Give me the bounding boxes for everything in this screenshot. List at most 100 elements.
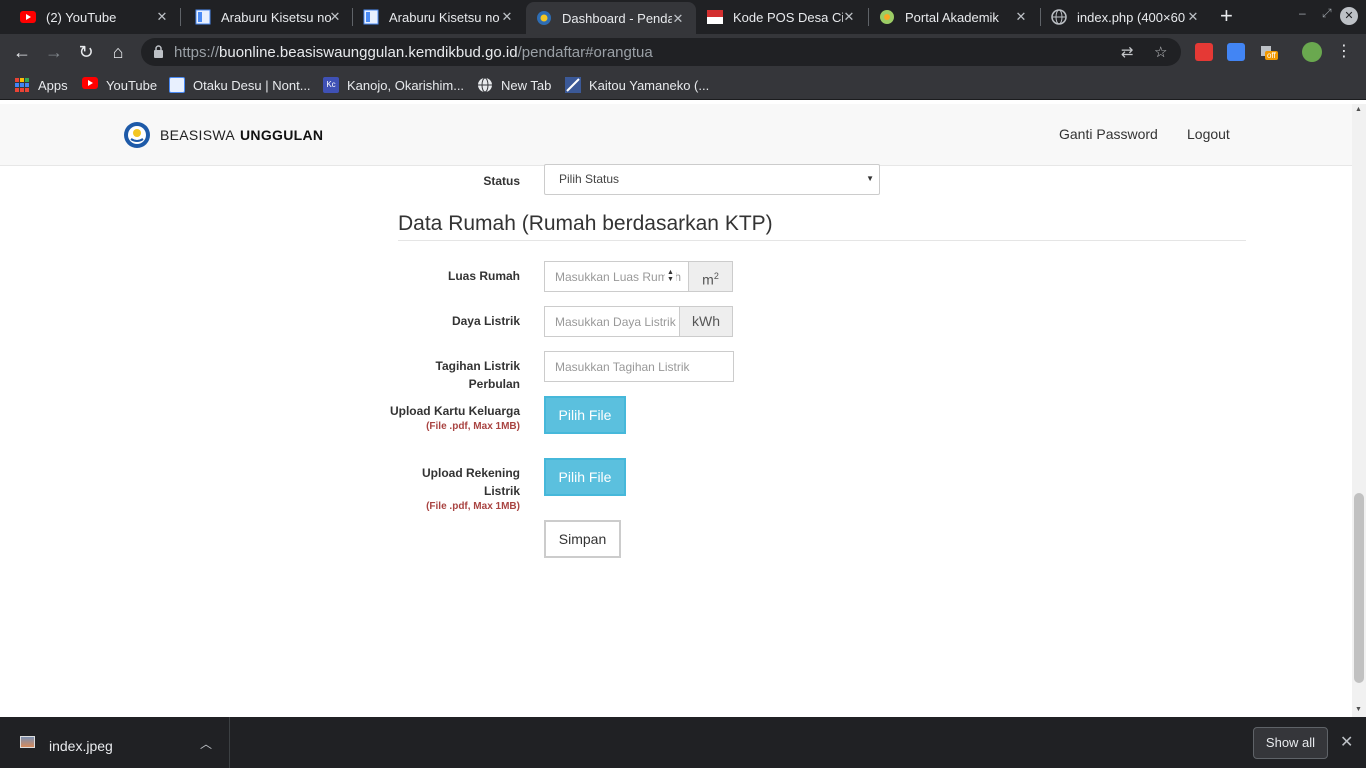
save-button[interactable]: Simpan (544, 520, 621, 558)
tab-araburu-2[interactable]: Araburu Kisetsu no ✕ (353, 0, 525, 34)
tagihan-label-line1: Tagihan Listrik (435, 359, 520, 373)
forward-icon[interactable]: → (42, 40, 66, 64)
kodepos-icon (707, 9, 723, 25)
tab-close-icon[interactable]: ✕ (499, 9, 515, 25)
daya-listrik-placeholder: Masukkan Daya Listrik (555, 315, 676, 329)
page-scrollbar[interactable]: ▲ ▼ (1352, 104, 1366, 717)
daya-listrik-input[interactable]: Masukkan Daya Listrik (544, 306, 680, 337)
upload-rekening-label-line1: Upload Rekening (421, 466, 520, 480)
address-bar[interactable]: https://buonline.beasiswaunggulan.kemdik… (141, 38, 1181, 66)
logout-link[interactable]: Logout (1187, 126, 1230, 142)
upload-rekening-note: (File .pdf, Max 1MB) (426, 501, 520, 512)
page-viewport: BEASISWA UNGGULAN Ganti Password Logout … (0, 104, 1352, 708)
bookmark-kaitou[interactable]: Kaitou Yamaneko (... (565, 77, 709, 93)
site-brand[interactable]: BEASISWA UNGGULAN (123, 121, 323, 149)
tagihan-listrik-input[interactable]: Masukkan Tagihan Listrik (544, 351, 734, 382)
tagihan-listrik-placeholder: Masukkan Tagihan Listrik (555, 360, 690, 374)
bookmark-star-icon[interactable]: ☆ (1154, 43, 1167, 61)
maximize-icon[interactable]: ⤢ (1322, 6, 1332, 21)
tab-youtube[interactable]: (2) YouTube ✕ (0, 0, 180, 34)
tab-title: Kode POS Desa Cig (733, 9, 843, 25)
url-path: /pendaftar#orangtua (517, 44, 653, 61)
unit-base: m (702, 271, 714, 288)
bookmark-page-icon (363, 9, 379, 25)
globe-icon (1051, 9, 1067, 25)
caret-down-icon: ▼ (866, 174, 874, 183)
scrollbar-thumb[interactable] (1354, 493, 1364, 683)
download-shelf: index.jpeg ︿ Show all ✕ (0, 717, 1366, 768)
bookmarks-bar: Apps YouTube Otaku Desu | Nont... Kc Kan… (0, 70, 1366, 100)
menu-kebab-icon[interactable]: ⋮ (1332, 40, 1356, 64)
bookmark-otakudesu[interactable]: Otaku Desu | Nont... (169, 77, 311, 93)
apps-grid-icon (14, 77, 30, 93)
brand-text-light: BEASISWA (160, 127, 236, 143)
scroll-up-icon[interactable]: ▲ (1355, 106, 1362, 113)
tab-strip: (2) YouTube ✕ Araburu Kisetsu no ✕ Arabu… (0, 0, 1366, 34)
tab-close-icon[interactable]: ✕ (154, 9, 170, 25)
tab-kode-pos[interactable]: Kode POS Desa Cig ✕ (697, 0, 867, 34)
url-scheme: https:// (174, 44, 220, 61)
number-spinner-icon[interactable]: ▲ ▼ (665, 269, 676, 283)
new-tab-button[interactable]: + (1220, 4, 1233, 28)
close-shelf-icon[interactable]: ✕ (1340, 732, 1353, 752)
tab-portal-akademik[interactable]: Portal Akademik ✕ (869, 0, 1039, 34)
status-select-value: Pilih Status (559, 172, 620, 186)
google-translate-extension-icon[interactable] (1227, 43, 1245, 61)
url-host: buonline.beasiswaunggulan.kemdikbud.go.i… (219, 44, 518, 61)
browser-toolbar: ← → ↻ ⌂ https://buonline.beasiswaunggula… (0, 34, 1366, 70)
tab-close-icon[interactable]: ✕ (841, 9, 857, 25)
status-label: Status (483, 174, 520, 188)
site-navbar: BEASISWA UNGGULAN Ganti Password Logout (0, 104, 1352, 166)
bookmark-apps[interactable]: Apps (14, 77, 68, 93)
academic-icon (879, 9, 895, 25)
tab-title: (2) YouTube (46, 9, 117, 25)
bookmark-label: Otaku Desu | Nont... (193, 77, 311, 93)
bookmark-label: New Tab (501, 77, 552, 93)
minimize-icon[interactable]: – (1299, 6, 1306, 20)
scroll-down-icon[interactable]: ▼ (1355, 706, 1362, 713)
back-icon[interactable]: ← (10, 40, 34, 64)
download-item[interactable]: index.jpeg ︿ (0, 717, 230, 768)
upload-rekening-button[interactable]: Pilih File (544, 458, 626, 496)
tab-dashboard[interactable]: Dashboard - Penda ✕ (526, 2, 696, 34)
status-select[interactable]: Pilih Status ▼ (544, 164, 880, 195)
show-all-downloads-button[interactable]: Show all (1253, 727, 1328, 759)
home-icon[interactable]: ⌂ (106, 40, 130, 64)
luas-rumah-input[interactable]: Masukkan Luas Rumah ▲ ▼ (544, 261, 689, 292)
tab-title: index.php (400×60 (1077, 9, 1186, 25)
tab-close-icon[interactable]: ✕ (1185, 9, 1201, 25)
tagihan-listrik-label: Tagihan Listrik Perbulan (400, 357, 520, 393)
bookmark-kanojo[interactable]: Kc Kanojo, Okarishim... (323, 77, 464, 93)
extension-icon[interactable]: off (1259, 43, 1278, 61)
tab-araburu-1[interactable]: Araburu Kisetsu no ✕ (181, 0, 353, 34)
profile-avatar[interactable] (1302, 42, 1322, 62)
reload-icon[interactable]: ↻ (74, 40, 98, 64)
lock-icon (153, 45, 164, 63)
bookmark-new-tab[interactable]: New Tab (477, 77, 551, 93)
bookmark-label: Kaitou Yamaneko (... (589, 77, 710, 93)
window-close-icon[interactable]: ✕ (1340, 7, 1358, 25)
tab-close-icon[interactable]: ✕ (327, 9, 343, 25)
tagihan-label-line2: Perbulan (468, 377, 520, 391)
bookmark-youtube[interactable]: YouTube (82, 77, 157, 93)
upload-kk-button[interactable]: Pilih File (544, 396, 626, 434)
bookmark-page-icon (195, 9, 211, 25)
luas-rumah-placeholder: Masukkan Luas Rumah (555, 270, 682, 284)
tab-close-icon[interactable]: ✕ (1013, 9, 1029, 25)
bookmark-label: Kanojo, Okarishim... (347, 77, 465, 93)
tab-index-php[interactable]: index.php (400×60 ✕ (1041, 0, 1211, 34)
change-password-link[interactable]: Ganti Password (1059, 126, 1158, 142)
pocket-extension-icon[interactable] (1195, 43, 1213, 61)
upload-rekening-label-line2: Listrik (483, 484, 520, 498)
download-file-name: index.jpeg (49, 738, 113, 754)
translate-icon[interactable]: ⇄ (1121, 43, 1134, 61)
luas-rumah-unit: m2 (688, 261, 733, 292)
youtube-icon (20, 9, 36, 25)
upload-kk-label-text: Upload Kartu Keluarga (389, 404, 520, 418)
tab-close-icon[interactable]: ✕ (670, 11, 686, 27)
chevron-up-icon[interactable]: ︿ (200, 735, 212, 752)
luas-rumah-label: Luas Rumah (447, 269, 520, 283)
tab-title: Portal Akademik (905, 9, 999, 25)
daya-listrik-unit: kWh (679, 306, 733, 337)
tab-title: Araburu Kisetsu no (389, 9, 499, 25)
